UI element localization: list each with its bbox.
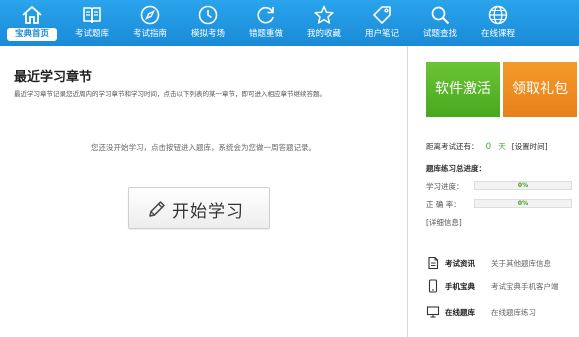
nav-label: 我的收藏 [306, 29, 341, 39]
nav-label: 在线课程 [480, 29, 515, 39]
nav-item-redo-wrong[interactable]: 错题重做 [241, 0, 291, 46]
study-progress-value: 0% [517, 182, 529, 189]
nav-label: 错题重做 [248, 29, 283, 39]
accuracy-label: 正 确 率： [426, 200, 461, 209]
exam-countdown-unit: 天 [498, 142, 506, 151]
nav-label: 宝典首页 [7, 28, 57, 41]
refresh-icon [255, 4, 277, 26]
info-title: 在线题库 [445, 308, 475, 317]
book-icon [81, 4, 103, 26]
start-learning-button[interactable]: 开始学习 [128, 187, 270, 229]
set-time-link[interactable]: [设置时间] [512, 142, 548, 151]
home-icon [21, 4, 43, 26]
nav-item-exam-guide[interactable]: 考试指南 [125, 0, 175, 46]
star-icon [313, 4, 335, 26]
page-title: 最近学习章节 [14, 70, 93, 85]
empty-state-message: 您还没开始学习，点击按钮进入题库，系统会为您做一周答题记录。 [91, 143, 316, 152]
phone-icon [426, 279, 440, 293]
activate-software-button[interactable]: 软件激活 [426, 62, 500, 117]
nav-item-question-bank[interactable]: 考试题库 [67, 0, 117, 46]
detail-info-link[interactable]: [详细信息] [426, 217, 462, 228]
exam-countdown-label: 距离考试还有： [426, 142, 479, 151]
nav-item-user-notes[interactable]: 用户笔记 [357, 0, 407, 46]
nav-item-find-questions[interactable]: 试题查找 [415, 0, 465, 46]
compass-icon [139, 4, 161, 26]
nav-item-mock-exam[interactable]: 模拟考场 [183, 0, 233, 46]
nav-label: 用户笔记 [364, 29, 399, 39]
top-nav: 宝典首页 考试题库 考试指南 模拟考场 错题重做 我的收藏 用户笔记 试题查找 … [0, 0, 579, 46]
main-panel: 最近学习章节 最近学习章节记录您近周内的学习章节和学习时间，点击以下列表的某一章… [0, 46, 407, 337]
nav-label: 考试指南 [132, 29, 167, 39]
study-progress-label: 学习进度： [426, 182, 464, 191]
monitor-icon [426, 305, 440, 319]
study-progress-bar: 0% [474, 181, 572, 190]
info-title: 考试资讯 [445, 259, 475, 268]
document-icon [426, 256, 440, 270]
tag-icon [371, 4, 393, 26]
claim-gift-button[interactable]: 领取礼包 [503, 62, 577, 117]
nav-label: 模拟考场 [190, 29, 225, 39]
info-desc: 关于其他题库信息 [491, 259, 551, 268]
right-sidebar: 软件激活 领取礼包 距离考试还有： 0 天 [设置时间] 题库练习总进度： 学习进度：… [408, 46, 579, 337]
info-desc: 在线题库练习 [491, 308, 536, 317]
exam-countdown-days: 0 [485, 142, 492, 152]
nav-item-favorites[interactable]: 我的收藏 [299, 0, 349, 46]
nav-item-online-courses[interactable]: 在线课程 [473, 0, 523, 46]
clock-icon [197, 4, 219, 26]
nav-label: 考试题库 [74, 29, 109, 39]
info-desc: 考试宝典手机客户端 [491, 282, 559, 291]
info-title: 手机宝典 [445, 282, 475, 291]
nav-item-home[interactable]: 宝典首页 [7, 0, 57, 46]
pencil-icon [147, 199, 167, 219]
accuracy-value: 0% [517, 200, 529, 207]
exam-countdown: 距离考试还有： 0 天 [设置时间] [426, 141, 548, 152]
search-icon [429, 4, 451, 26]
progress-title: 题库练习总进度： [426, 164, 486, 173]
page-description: 最近学习章节记录您近周内的学习章节和学习时间，点击以下列表的某一章节，即可进入相… [14, 90, 326, 98]
globe-icon [487, 4, 509, 26]
start-learning-label: 开始学习 [172, 202, 244, 222]
accuracy-bar: 0% [474, 199, 572, 208]
nav-label: 试题查找 [422, 29, 457, 39]
